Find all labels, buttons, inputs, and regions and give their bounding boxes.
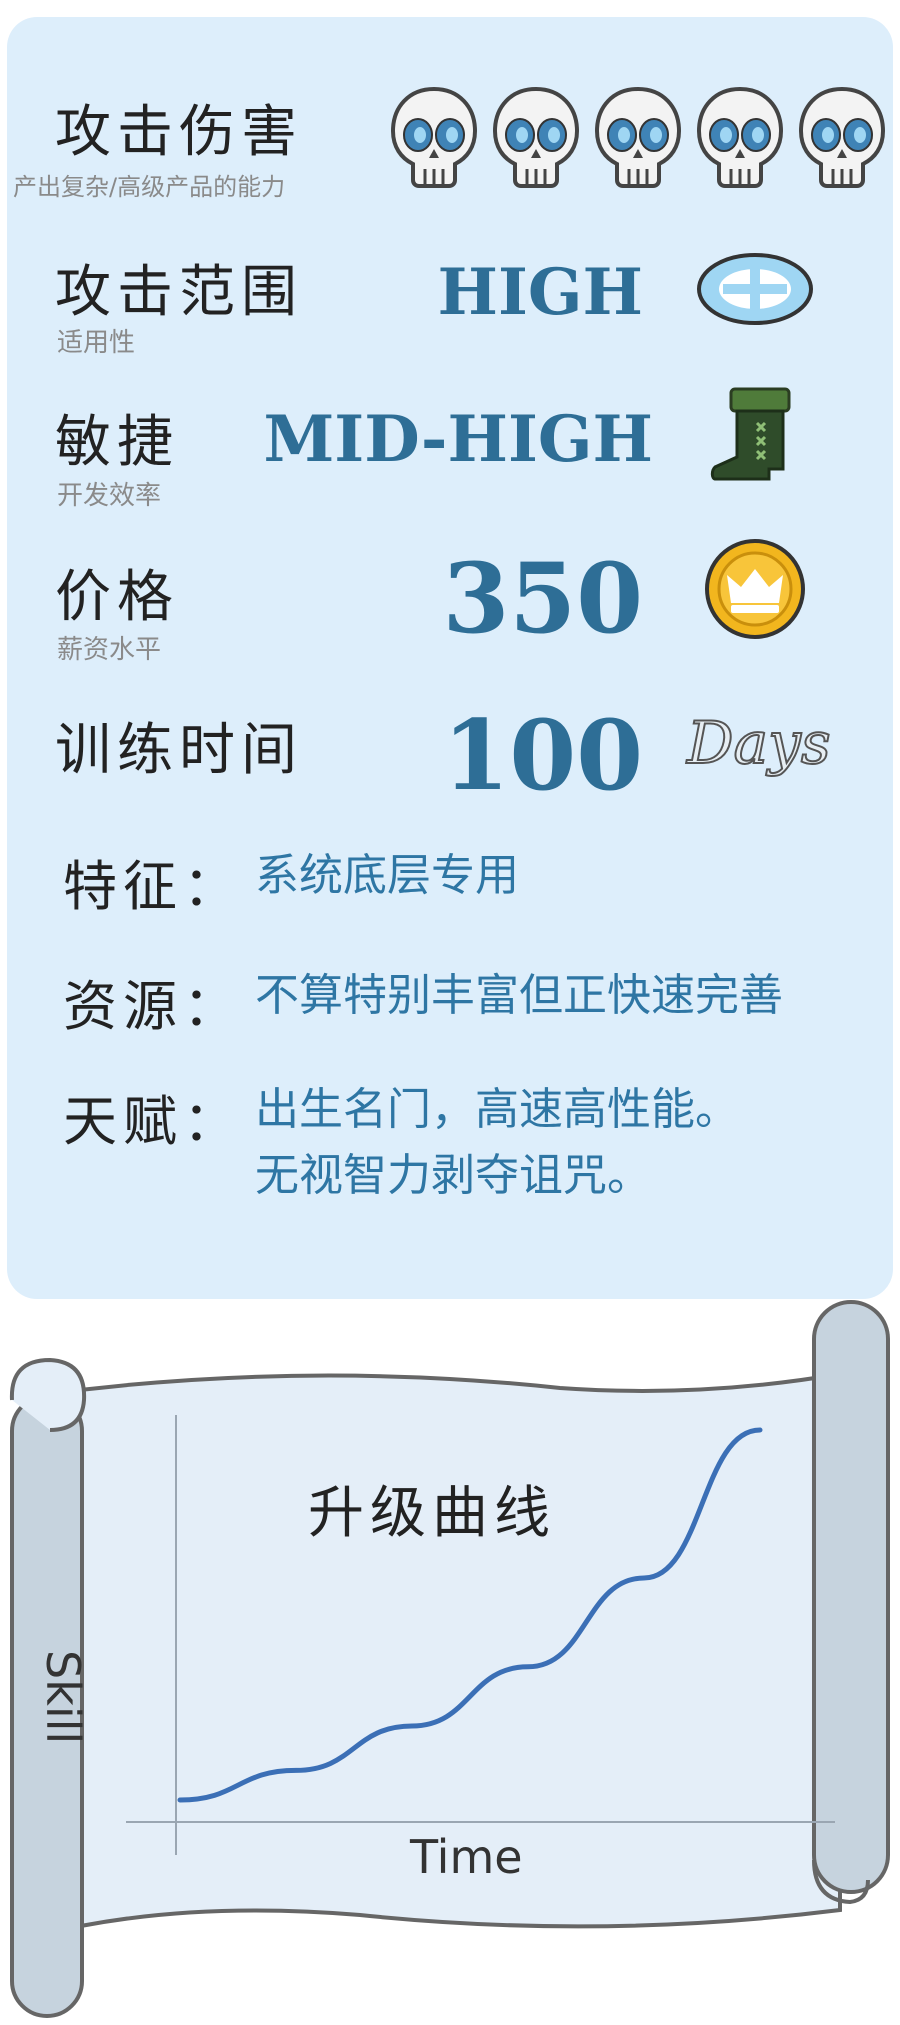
stat-unit-days: Days	[686, 708, 832, 778]
trait-label-talent: 天赋：	[63, 1090, 243, 1153]
scroll-roller-right	[812, 1300, 890, 1894]
stat-title-training: 训练时间	[55, 718, 303, 783]
chart-title: 升级曲线	[308, 1481, 556, 1546]
stat-subtitle-price: 薪资水平	[57, 635, 162, 665]
stat-subtitle-agility: 开发效率	[57, 481, 162, 511]
trait-label-resources: 资源：	[63, 975, 243, 1038]
trait-text-feature: 系统底层专用	[255, 850, 519, 901]
trait-text-resources: 不算特别丰富但正快速完善	[255, 970, 783, 1021]
stat-value-training: 100	[442, 699, 643, 812]
stat-title-attack: 攻击伤害	[55, 100, 303, 165]
stat-title-range: 攻击范围	[55, 260, 303, 325]
upgrade-curve-scroll: 升级曲线 Time Skill	[0, 1300, 900, 2025]
skull-icon	[492, 86, 580, 188]
skull-rating	[387, 85, 887, 195]
trait-label-feature: 特征：	[63, 855, 243, 918]
scroll-graphic	[9, 1300, 890, 2018]
y-axis-label: Skill	[36, 1650, 90, 1745]
stat-title-agility: 敏捷	[55, 410, 179, 475]
stat-subtitle-range: 适用性	[57, 328, 136, 358]
stat-value-price: 350	[442, 542, 643, 655]
crown-coin-icon	[705, 539, 805, 639]
crosshair-icon	[697, 253, 813, 325]
stat-value-agility: MID-HIGH	[263, 402, 653, 477]
x-axis-label: Time	[410, 1830, 523, 1884]
stat-value-range: HIGH	[437, 255, 643, 330]
stat-subtitle-attack: 产出复杂/高级产品的能力	[13, 173, 286, 201]
boot-icon	[710, 387, 791, 481]
trait-text-talent-line2: 无视智力剥夺诅咒。	[255, 1150, 651, 1201]
skull-icon	[798, 86, 886, 188]
trait-text-talent-line1: 出生名门，高速高性能。	[255, 1084, 739, 1135]
stat-title-price: 价格	[55, 565, 179, 630]
skull-icon	[594, 86, 682, 188]
stats-card: 攻击伤害 产出复杂/高级产品的能力 攻击范围 适用性 HIGH 敏捷 开发效率 …	[7, 17, 893, 1299]
skull-icon	[696, 86, 784, 188]
skull-icon	[390, 86, 478, 188]
